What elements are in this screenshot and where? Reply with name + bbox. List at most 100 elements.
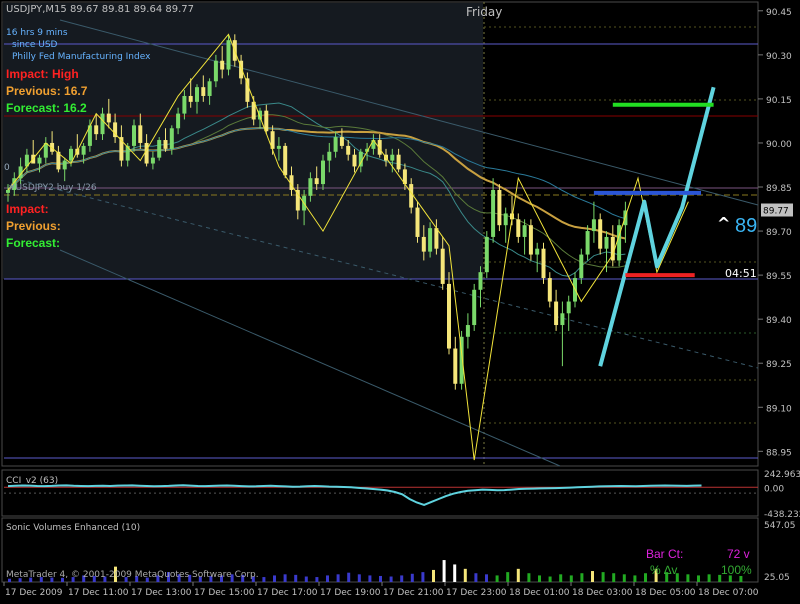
x-tick-label: 18 Dec 07:00 bbox=[698, 588, 759, 598]
volume-bar bbox=[315, 577, 319, 582]
volume-bar bbox=[580, 573, 584, 582]
volume-bar bbox=[432, 569, 435, 582]
news-since: since USD bbox=[12, 40, 58, 50]
candle-body bbox=[69, 148, 73, 161]
volume-bar bbox=[294, 574, 298, 582]
candle-body bbox=[226, 40, 231, 70]
price-chart-svg[interactable]: 90.45 90.30 90.15 90.00 89.85 89.70 89.55 89.40… bbox=[0, 0, 800, 600]
candle-body bbox=[213, 60, 218, 82]
candle-body bbox=[195, 87, 199, 102]
candle-body bbox=[566, 301, 571, 314]
candle-body bbox=[245, 78, 250, 102]
trade-label: #USDJPY2 buy 1/26 bbox=[8, 183, 97, 193]
volume-bar bbox=[273, 575, 276, 582]
volume-bar bbox=[538, 575, 541, 582]
candle-body bbox=[138, 125, 143, 143]
volume-bar bbox=[262, 577, 266, 582]
candle-body bbox=[560, 313, 565, 326]
bar-timer: 04:51 bbox=[725, 267, 757, 280]
y-tick-label: 90.30 bbox=[766, 52, 792, 62]
news-impact: Impact: High bbox=[6, 67, 79, 81]
candle-body bbox=[169, 128, 174, 149]
candle-body bbox=[554, 301, 559, 326]
candle-body bbox=[188, 95, 193, 102]
candle-body bbox=[352, 154, 357, 167]
volume-bar bbox=[633, 575, 637, 582]
x-tick-label: 18 Dec 03:00 bbox=[572, 588, 633, 598]
candle-body bbox=[106, 113, 111, 123]
candle-body bbox=[491, 189, 496, 237]
volume-bar bbox=[400, 575, 404, 582]
x-tick-label: 18 Dec 05:00 bbox=[635, 588, 696, 598]
volume-bar bbox=[569, 575, 573, 582]
volume-bar bbox=[697, 575, 700, 582]
candle-body bbox=[327, 151, 332, 161]
y-tick-label: 89.10 bbox=[766, 404, 792, 414]
news-countdown: 16 hrs 9 mins bbox=[6, 28, 68, 38]
x-tick-label: 17 Dec 19:00 bbox=[320, 588, 381, 598]
y-tick-label: 89.40 bbox=[766, 316, 792, 326]
volume-bar bbox=[686, 574, 690, 582]
candle-body bbox=[182, 95, 187, 114]
percent-delta-label: % ∆v bbox=[650, 563, 678, 577]
volume-bar bbox=[336, 574, 340, 582]
candle-body bbox=[522, 225, 527, 237]
news-forecast-blank: Forecast: bbox=[6, 236, 61, 250]
volume-bar bbox=[559, 574, 563, 582]
candle-body bbox=[440, 248, 445, 284]
candle-body bbox=[484, 236, 489, 273]
volume-bar bbox=[379, 575, 382, 582]
candle-body bbox=[396, 154, 401, 170]
candle-body bbox=[295, 189, 300, 211]
candle-body bbox=[547, 278, 552, 302]
news-forecast: Forecast: 16.2 bbox=[6, 101, 87, 115]
arrow-value: 89 bbox=[735, 215, 758, 237]
news-impact-blank: Impact: bbox=[6, 202, 49, 216]
candle-body bbox=[434, 228, 439, 249]
candle-body bbox=[207, 81, 212, 96]
y-tick-label: 89.25 bbox=[766, 360, 792, 370]
candle-body bbox=[428, 228, 433, 252]
volume-bar bbox=[326, 575, 329, 582]
candle-body bbox=[346, 145, 351, 155]
candle-body bbox=[333, 137, 338, 152]
candle-body bbox=[264, 110, 269, 132]
candle-body bbox=[535, 248, 540, 255]
candle-body bbox=[453, 348, 458, 384]
candle-body bbox=[201, 87, 206, 96]
news-event-name: Philly Fed Manufacturing Index bbox=[12, 52, 151, 62]
volume-bar bbox=[463, 568, 467, 582]
channel-line-lower bbox=[59, 249, 561, 467]
volume-bar bbox=[707, 574, 711, 582]
candle-body bbox=[314, 178, 319, 185]
volume-bar bbox=[495, 575, 499, 582]
volume-bar bbox=[347, 572, 351, 582]
candle-body bbox=[163, 140, 168, 149]
candle-body bbox=[100, 113, 105, 135]
candle-body bbox=[415, 207, 420, 237]
volume-bar bbox=[622, 574, 626, 582]
candle-body bbox=[497, 189, 502, 226]
volume-bar bbox=[453, 564, 457, 582]
y-tick-label: 89.70 bbox=[766, 228, 792, 238]
volume-bar bbox=[474, 573, 478, 582]
candle-body bbox=[339, 137, 344, 146]
candle-body bbox=[421, 236, 426, 252]
news-previous-blank: Previous: bbox=[6, 219, 61, 233]
cci-y-tick-label: 0.00 bbox=[764, 484, 784, 494]
candle-body bbox=[308, 178, 313, 196]
x-tick-label: 17 Dec 13:00 bbox=[131, 588, 192, 598]
candle-body bbox=[358, 151, 363, 167]
volume-bar bbox=[601, 572, 605, 582]
candle-body bbox=[390, 154, 395, 161]
candle-body bbox=[220, 60, 225, 70]
volume-bar bbox=[516, 568, 520, 582]
volume-bar bbox=[421, 572, 425, 582]
y-tick-label: 90.45 bbox=[766, 8, 792, 18]
trading-chart-window: 90.45 90.30 90.15 90.00 89.85 89.70 89.55 89.40… bbox=[0, 0, 800, 600]
cci-line bbox=[7, 484, 702, 506]
candle-body bbox=[409, 184, 414, 208]
symbol-quote-header: USDJPY,M15 89.67 89.81 89.64 89.77 bbox=[6, 4, 194, 15]
y-tick-label: 89.85 bbox=[766, 184, 792, 194]
volume-bar bbox=[485, 574, 488, 582]
